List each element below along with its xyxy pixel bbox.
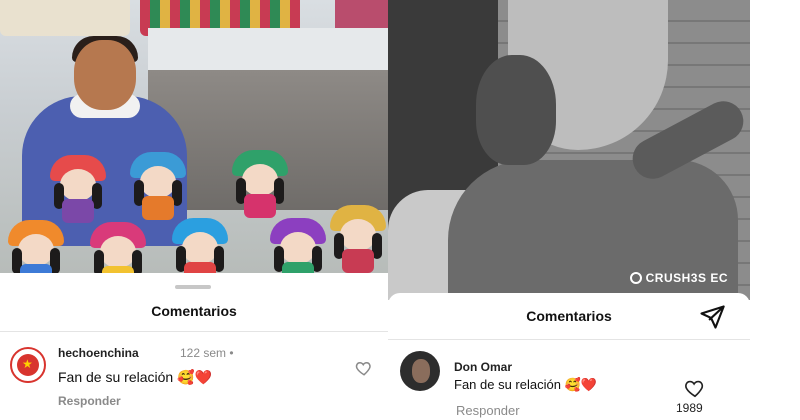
couple-photo: CRUSH3S EC	[388, 0, 750, 300]
sheet-drag-handle[interactable]	[175, 285, 211, 289]
rag-doll	[232, 150, 288, 218]
comment-username[interactable]: hechoenchina	[58, 346, 139, 360]
right-instagram-post: CRUSH3S EC Comentarios Don Omar Fan de s…	[388, 0, 750, 420]
rag-doll	[8, 220, 64, 273]
divider	[0, 331, 388, 332]
market-photo	[0, 0, 388, 273]
rag-doll	[50, 155, 106, 223]
user-avatar[interactable]	[400, 351, 440, 391]
rag-doll	[330, 205, 386, 273]
user-avatar[interactable]	[10, 347, 46, 383]
comment-timestamp: 122 sem •	[180, 346, 234, 360]
rag-doll	[130, 152, 186, 220]
crushes-logo-icon	[629, 272, 642, 284]
watermark-text: CRUSH3S EC	[645, 271, 728, 285]
reply-button[interactable]: Responder	[58, 394, 121, 408]
comment-text: Fan de su relación 🥰❤️	[58, 369, 212, 385]
man-head	[476, 55, 556, 165]
like-count: 1989	[676, 401, 703, 415]
rag-doll	[270, 218, 326, 273]
send-icon[interactable]	[698, 303, 726, 331]
heart-icon[interactable]	[684, 377, 706, 399]
blank-margin	[750, 0, 800, 420]
rag-doll	[90, 222, 146, 273]
heart-icon[interactable]	[355, 359, 373, 377]
reply-button[interactable]: Responder	[456, 403, 520, 418]
vendor-face	[74, 40, 136, 110]
comment-username[interactable]: Don Omar	[454, 360, 512, 374]
stall-awning	[148, 28, 388, 76]
sheet-title: Comentarios	[151, 303, 237, 319]
rag-doll	[172, 218, 228, 273]
sheet-title: Comentarios	[526, 308, 612, 324]
divider	[388, 339, 750, 340]
embroidered-banner	[0, 0, 130, 36]
comments-sheet: Comentarios Don Omar Fan de su relación …	[388, 293, 750, 420]
comments-sheet: Comentarios hechoenchina 122 sem • Fan d…	[0, 273, 388, 420]
comment-text: Fan de su relación 🥰❤️	[454, 377, 597, 392]
watermark: CRUSH3S EC	[629, 271, 728, 285]
left-instagram-post: Comentarios hechoenchina 122 sem • Fan d…	[0, 0, 388, 420]
